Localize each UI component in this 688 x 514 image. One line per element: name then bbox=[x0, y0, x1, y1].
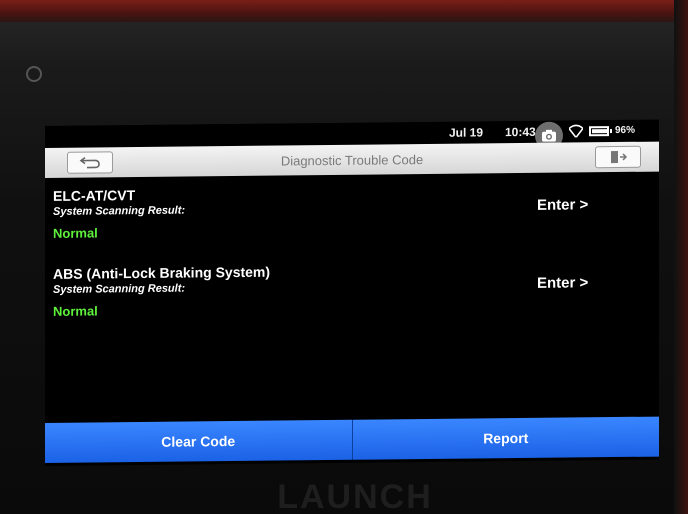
result-value: Normal bbox=[53, 303, 98, 319]
enter-button-abs[interactable]: Enter > bbox=[537, 274, 588, 292]
system-name: ELC-AT/CVT bbox=[53, 187, 136, 204]
power-button[interactable] bbox=[26, 66, 42, 82]
screen: Jul 19 10:43 96% Diagnostic Trouble Code bbox=[45, 119, 659, 466]
system-name: ABS (Anti-Lock Braking System) bbox=[53, 263, 271, 282]
back-arrow-icon bbox=[79, 156, 100, 169]
result-label: System Scanning Result: bbox=[53, 204, 186, 218]
report-button[interactable]: Report bbox=[351, 416, 659, 460]
device-frame: Jul 19 10:43 96% Diagnostic Trouble Code bbox=[0, 0, 688, 514]
wifi-icon bbox=[569, 124, 583, 138]
system-item-abs: ABS (Anti-Lock Braking System) System Sc… bbox=[53, 260, 653, 336]
system-item-elc-at-cvt: ELC-AT/CVT System Scanning Result: Norma… bbox=[53, 182, 653, 258]
enter-button-elc-at-cvt[interactable]: Enter > bbox=[537, 196, 588, 214]
brand-logo: LAUNCH bbox=[277, 478, 433, 514]
battery-percent: 96% bbox=[615, 124, 636, 137]
exit-door-icon bbox=[611, 150, 627, 164]
status-date: Jul 19 bbox=[449, 125, 484, 140]
system-list: ELC-AT/CVT System Scanning Result: Norma… bbox=[45, 172, 659, 423]
result-value: Normal bbox=[53, 225, 98, 241]
device-right-edge bbox=[674, 0, 688, 514]
device-top-edge bbox=[0, 0, 688, 22]
page-title: Diagnostic Trouble Code bbox=[280, 152, 424, 169]
action-bar: Clear Code Report bbox=[45, 416, 659, 463]
clear-code-button[interactable]: Clear Code bbox=[45, 419, 352, 463]
exit-button[interactable] bbox=[595, 145, 641, 169]
status-time: 10:43 bbox=[505, 124, 536, 140]
back-button[interactable] bbox=[67, 151, 113, 174]
battery-icon bbox=[589, 126, 609, 137]
result-label: System Scanning Result: bbox=[53, 282, 186, 296]
battery-level bbox=[592, 129, 607, 134]
